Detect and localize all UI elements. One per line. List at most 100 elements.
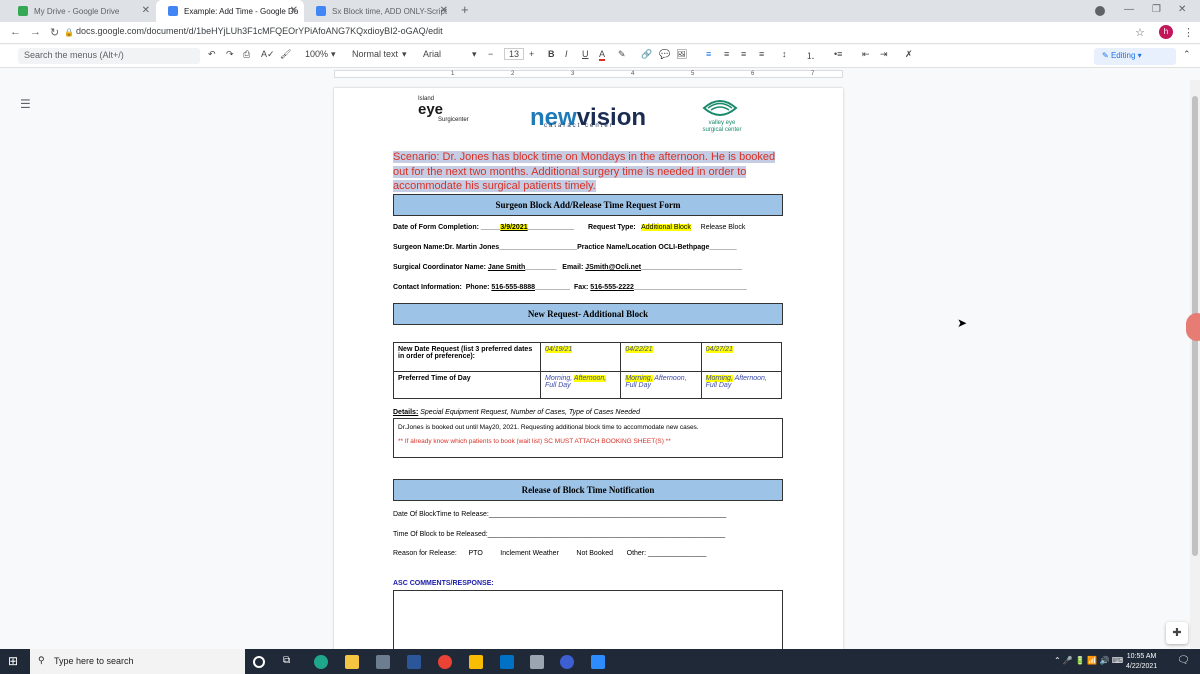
back-icon[interactable]: ← [10, 26, 21, 38]
reload-icon[interactable]: ↻ [50, 26, 59, 39]
task-view-icon[interactable]: ⧉ [283, 655, 297, 669]
browser-menu-icon[interactable]: ⋮ [1183, 26, 1194, 39]
date-completion-row[interactable]: Date of Form Completion: _____3/9/2021__… [393, 224, 745, 231]
date-request-label: New Date Request (list 3 preferred dates… [393, 342, 541, 372]
side-panel-tab[interactable] [1186, 313, 1200, 341]
edge-icon[interactable] [314, 655, 328, 669]
app-icon[interactable] [560, 655, 574, 669]
align-right-icon[interactable]: ≡ [741, 49, 746, 59]
time-cell[interactable]: Morning, Afternoon, Full Day [700, 371, 783, 399]
window-close-icon[interactable]: ✕ [1178, 4, 1186, 15]
style-select[interactable]: Normal text [352, 49, 398, 59]
scrollbar[interactable] [1190, 80, 1200, 648]
surgeon-row[interactable]: Surgeon Name:Dr. Martin Jones___________… [393, 244, 737, 251]
line-spacing-icon[interactable]: ↕ [782, 49, 787, 59]
close-icon[interactable]: ✕ [290, 5, 298, 16]
collapse-menu-icon[interactable]: ⌃ [1183, 49, 1191, 60]
chevron-down-icon[interactable]: ▾ [331, 49, 336, 60]
numbered-list-icon[interactable]: ⒈ [806, 49, 815, 62]
sticky-notes-icon[interactable] [469, 655, 483, 669]
profile-indicator-icon[interactable] [1095, 6, 1105, 16]
taskbar-search-placeholder: Type here to search [54, 656, 134, 666]
taskbar-search-input[interactable]: ⚲ Type here to search [30, 649, 245, 674]
justify-icon[interactable]: ≡ [759, 49, 764, 59]
bulleted-list-icon[interactable]: •≡ [834, 49, 842, 59]
system-tray[interactable]: ⌃ 🎤 🔋 📶 🔊 ⌨ [1054, 656, 1123, 665]
date-cell[interactable]: 04/22/21 [620, 342, 702, 372]
image-icon[interactable]: 🖼 [676, 49, 687, 60]
time-cell[interactable]: Morning, Afternoon, Full Day [620, 371, 702, 399]
spellcheck-icon[interactable]: A✓ [261, 49, 275, 60]
restore-icon[interactable]: ❐ [1152, 4, 1161, 15]
scenario-text[interactable]: Scenario: Dr. Jones has block time on Mo… [393, 150, 783, 194]
document-page[interactable]: Island eye Surgicenter newvision catarac… [334, 88, 843, 674]
redo-icon[interactable]: ↷ [226, 49, 234, 60]
tab-add-time[interactable]: Example: Add Time - Google Do ✕ [156, 0, 304, 22]
cortana-icon[interactable] [253, 656, 265, 668]
url-field[interactable]: docs.google.com/document/d/1beHYjLUh3F1c… [76, 26, 443, 36]
newvision-subtitle: cataract center [544, 123, 614, 129]
file-explorer-icon[interactable] [345, 655, 359, 669]
ruler-number: 1 [451, 71, 455, 77]
increase-indent-icon[interactable]: ⇥ [880, 49, 888, 60]
profile-avatar[interactable]: h [1159, 25, 1173, 39]
contact-row[interactable]: Contact Information: Phone: 516-555-8888… [393, 284, 747, 291]
explore-icon[interactable]: ✚ [1166, 622, 1188, 644]
new-tab-icon[interactable]: + [461, 2, 469, 17]
coordinator-row[interactable]: Surgical Coordinator Name: Jane Smith___… [393, 264, 742, 271]
font-select[interactable]: Arial [423, 49, 441, 59]
minimize-icon[interactable]: — [1124, 4, 1134, 15]
clear-formatting-icon[interactable]: ✗ [905, 49, 913, 60]
align-left-icon[interactable]: ≡ [706, 49, 711, 59]
paint-format-icon[interactable]: 🖌 [280, 49, 291, 60]
tab-sx-block[interactable]: Sx Block time, ADD ONLY-Script ✕ [304, 0, 454, 22]
decrease-indent-icon[interactable]: ⇤ [862, 49, 870, 60]
text-color-icon[interactable]: A [599, 49, 606, 61]
align-center-icon[interactable]: ≡ [724, 49, 729, 59]
close-icon[interactable]: ✕ [142, 5, 150, 16]
app-icon[interactable] [530, 655, 544, 669]
time-cell[interactable]: Morning, Afternoon, Full Day [539, 371, 622, 399]
date-cell[interactable]: 04/19/21 [539, 342, 622, 372]
ruler-track[interactable]: 1 2 3 4 5 6 7 [334, 70, 843, 78]
windows-start-icon[interactable]: ⊞ [8, 655, 20, 667]
increase-font-size-icon[interactable]: + [529, 49, 534, 59]
bold-icon[interactable]: B [548, 49, 555, 59]
editing-mode-select[interactable]: ✎ Editing ▾ [1094, 48, 1176, 65]
zoom-select[interactable]: 100% [305, 49, 328, 59]
reason-row[interactable]: Reason for Release: PTO Inclement Weathe… [393, 550, 706, 557]
close-icon[interactable]: ✕ [440, 5, 448, 16]
bookmark-star-icon[interactable]: ☆ [1135, 26, 1145, 39]
ruler-number: 3 [571, 71, 575, 77]
forward-icon[interactable]: → [30, 26, 41, 38]
zoom-icon[interactable] [591, 655, 605, 669]
document-outline-icon[interactable]: ☰ [20, 97, 31, 111]
outlook-icon[interactable] [500, 655, 514, 669]
link-icon[interactable]: 🔗 [641, 49, 652, 60]
search-menus-input[interactable]: Search the menus (Alt+/) [18, 48, 200, 64]
italic-icon[interactable]: I [565, 49, 568, 59]
release-date-row[interactable]: Date Of BlockTime to Release:___________… [393, 511, 726, 518]
browser-tab-bar: My Drive - Google Drive ✕ Example: Add T… [0, 0, 1200, 22]
font-size-input[interactable]: 13 [504, 48, 525, 60]
chevron-down-icon[interactable]: ▾ [402, 49, 407, 60]
comment-icon[interactable]: 💬 [659, 49, 670, 60]
windows-taskbar: ⊞ ⚲ Type here to search ⧉ ⌃ 🎤 🔋 📶 🔊 ⌨ 10… [0, 649, 1200, 674]
highlight-icon[interactable]: ✎ [618, 49, 626, 60]
details-box[interactable]: Dr.Jones is booked out until May20, 2021… [393, 418, 783, 458]
release-time-row[interactable]: Time Of Block to be Released:___________… [393, 531, 725, 538]
chrome-icon[interactable] [438, 655, 452, 669]
date-cell[interactable]: 04/27/21 [700, 342, 783, 372]
mouse-cursor-icon: ➤ [957, 316, 968, 330]
undo-icon[interactable]: ↶ [208, 49, 216, 60]
underline-icon[interactable]: U [582, 49, 589, 59]
word-icon[interactable] [407, 655, 421, 669]
chevron-down-icon[interactable]: ▾ [472, 49, 477, 60]
tab-my-drive[interactable]: My Drive - Google Drive ✕ [6, 0, 156, 22]
taskbar-clock[interactable]: 10:55 AM 4/22/2021 [1126, 652, 1157, 672]
decrease-font-size-icon[interactable]: − [488, 49, 493, 59]
store-icon[interactable] [376, 655, 390, 669]
new-request-table: New Date Request (list 3 preferred dates… [393, 342, 783, 399]
print-icon[interactable]: ⎙ [243, 49, 250, 60]
notifications-icon[interactable]: 🗨 [1177, 655, 1190, 666]
